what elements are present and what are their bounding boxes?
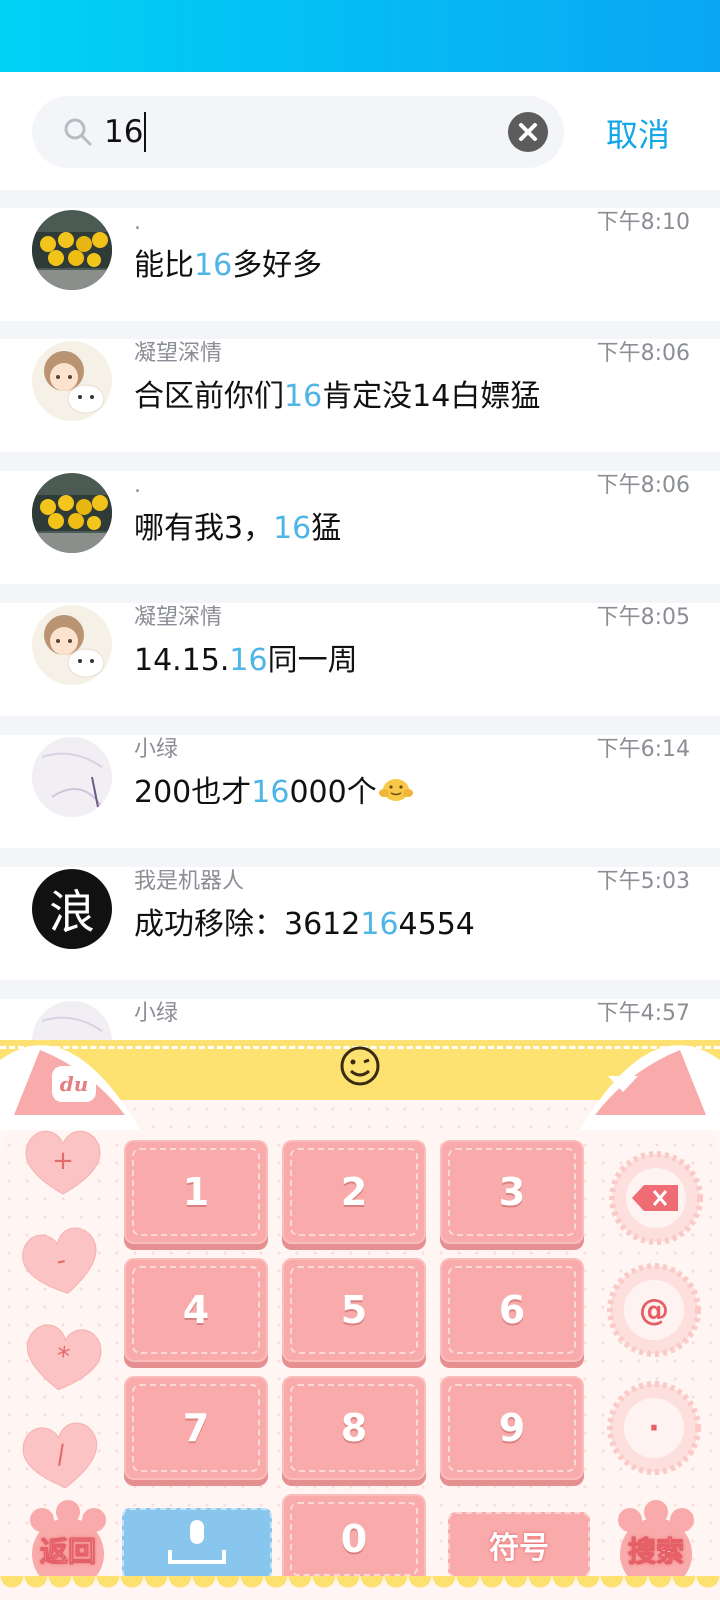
- message-time: 下午8:05: [596, 605, 690, 630]
- backspace-icon: [632, 1185, 678, 1211]
- digit-key-2[interactable]: 2: [282, 1140, 426, 1244]
- result-row[interactable]: 浪 我是机器人 下午5:03 成功移除：3612164554: [0, 867, 720, 980]
- microphone-icon: [168, 1520, 226, 1564]
- multiply-key[interactable]: *: [16, 1316, 111, 1397]
- plus-key[interactable]: +: [20, 1126, 106, 1196]
- sender-name: 我是机器人: [134, 869, 245, 894]
- symbol-button[interactable]: 符号: [448, 1512, 590, 1578]
- robot-avatar-char: 浪: [49, 885, 95, 939]
- sender-name: .: [134, 473, 141, 498]
- at-key[interactable]: @: [606, 1262, 702, 1358]
- digit-key-3[interactable]: 3: [440, 1140, 584, 1244]
- sender-name: .: [134, 210, 141, 235]
- status-bar: [0, 0, 720, 72]
- digit-key-1[interactable]: 1: [124, 1140, 268, 1244]
- message-text: 哪有我3，16猛: [134, 511, 342, 546]
- sender-name: 小绿: [134, 737, 179, 762]
- message-time: 下午8:06: [596, 341, 690, 366]
- dot-key[interactable]: ·: [606, 1380, 702, 1476]
- cancel-button[interactable]: 取消: [606, 110, 670, 156]
- emoji-button[interactable]: [338, 1044, 382, 1088]
- message-time: 下午5:03: [596, 869, 690, 894]
- avatar: [32, 605, 112, 685]
- clear-search-button[interactable]: [508, 112, 548, 152]
- message-text: 成功移除：3612164554: [134, 907, 475, 942]
- message-time: 下午4:57: [596, 1001, 690, 1026]
- hide-keyboard-button[interactable]: [570, 1040, 720, 1130]
- result-row[interactable]: . 下午8:06 哪有我3，16猛: [0, 471, 720, 584]
- avatar: [32, 341, 112, 421]
- digit-key-6[interactable]: 6: [440, 1258, 584, 1362]
- digit-key-0[interactable]: 0: [282, 1494, 426, 1584]
- sender-name: 小绿: [134, 1001, 179, 1026]
- backspace-button[interactable]: [608, 1150, 704, 1246]
- du-logo: du: [52, 1066, 96, 1102]
- smiley-icon: [340, 1046, 380, 1086]
- digit-key-4[interactable]: 4: [124, 1258, 268, 1362]
- sender-name: 凝望深情: [134, 341, 223, 366]
- message-text: 200也才16000个: [134, 771, 413, 815]
- avatar: [32, 473, 112, 553]
- logo-button[interactable]: du: [0, 1040, 150, 1130]
- keyboard-border: [0, 1576, 720, 1600]
- hug-emoji-icon: [378, 772, 413, 816]
- result-row[interactable]: 凝望深情 下午8:05 14.15.16同一周: [0, 603, 720, 716]
- digit-key-9[interactable]: 9: [440, 1376, 584, 1480]
- close-icon: [519, 123, 537, 141]
- search-icon: [62, 116, 94, 148]
- divide-key[interactable]: /: [14, 1414, 109, 1495]
- text-caret: [144, 112, 147, 152]
- voice-input-button[interactable]: [122, 1508, 272, 1580]
- avatar: [32, 737, 112, 817]
- message-text: 14.15.16同一周: [134, 643, 358, 678]
- message-time: 下午8:06: [596, 473, 690, 498]
- search-header: 16 取消: [0, 72, 720, 190]
- message-time: 下午6:14: [596, 737, 690, 762]
- message-time: 下午8:10: [596, 210, 690, 235]
- search-query: 16: [104, 114, 144, 150]
- avatar: 浪: [32, 869, 112, 949]
- digit-key-7[interactable]: 7: [124, 1376, 268, 1480]
- digit-key-8[interactable]: 8: [282, 1376, 426, 1480]
- result-row[interactable]: 小绿 下午6:14 200也才16000个: [0, 735, 720, 848]
- result-row[interactable]: . 下午8:10 能比16多好多: [0, 208, 720, 321]
- sender-name: 凝望深情: [134, 605, 223, 630]
- avatar: [32, 210, 112, 290]
- digit-key-5[interactable]: 5: [282, 1258, 426, 1362]
- message-text: 能比16多好多: [134, 248, 323, 283]
- search-input[interactable]: 16: [104, 108, 147, 156]
- search-box[interactable]: 16: [32, 96, 564, 168]
- result-row[interactable]: 凝望深情 下午8:06 合区前你们16肯定没14白嫖猛: [0, 339, 720, 452]
- message-text: 合区前你们16肯定没14白嫖猛: [134, 379, 541, 414]
